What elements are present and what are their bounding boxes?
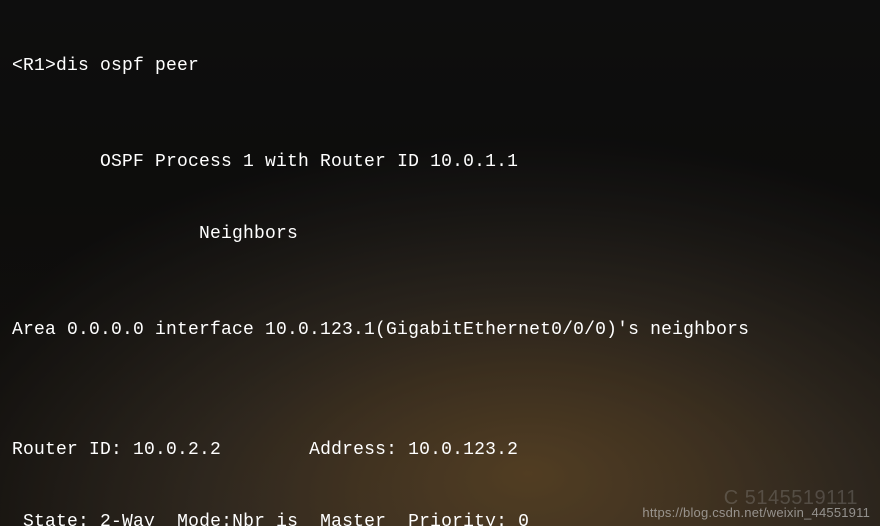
prompt-line[interactable]: <R1>dis ospf peer xyxy=(12,54,880,78)
state-label: State: xyxy=(23,512,89,526)
address-value: 10.0.123.2 xyxy=(408,440,518,460)
watermark-url: https://blog.csdn.net/weixin_44551911 xyxy=(642,505,870,520)
prompt-host: <R1> xyxy=(12,56,56,76)
prompt-command: dis ospf peer xyxy=(56,56,199,76)
terminal-output: <R1>dis ospf peer OSPF Process 1 with Ro… xyxy=(0,0,880,526)
ospf-neighbors-text: Neighbors xyxy=(199,224,298,244)
state-value: 2-Way xyxy=(100,512,155,526)
neighbor-router-id-line: Router ID: 10.0.2.2 Address: 10.0.123.2 xyxy=(12,438,880,462)
router-id-label: Router ID: xyxy=(12,440,122,460)
address-label: Address: xyxy=(309,440,397,460)
ospf-process-line: OSPF Process 1 with Router ID 10.0.1.1 xyxy=(12,150,880,174)
router-id-value: 10.0.2.2 xyxy=(133,440,221,460)
ospf-neighbors-line: Neighbors xyxy=(12,222,880,246)
ospf-process-text: OSPF Process 1 with Router ID 10.0.1.1 xyxy=(100,152,518,172)
area-interface-line: Area 0.0.0.0 interface 10.0.123.1(Gigabi… xyxy=(12,318,880,342)
mode-text: Mode:Nbr is Master Priority: 0 xyxy=(177,512,529,526)
